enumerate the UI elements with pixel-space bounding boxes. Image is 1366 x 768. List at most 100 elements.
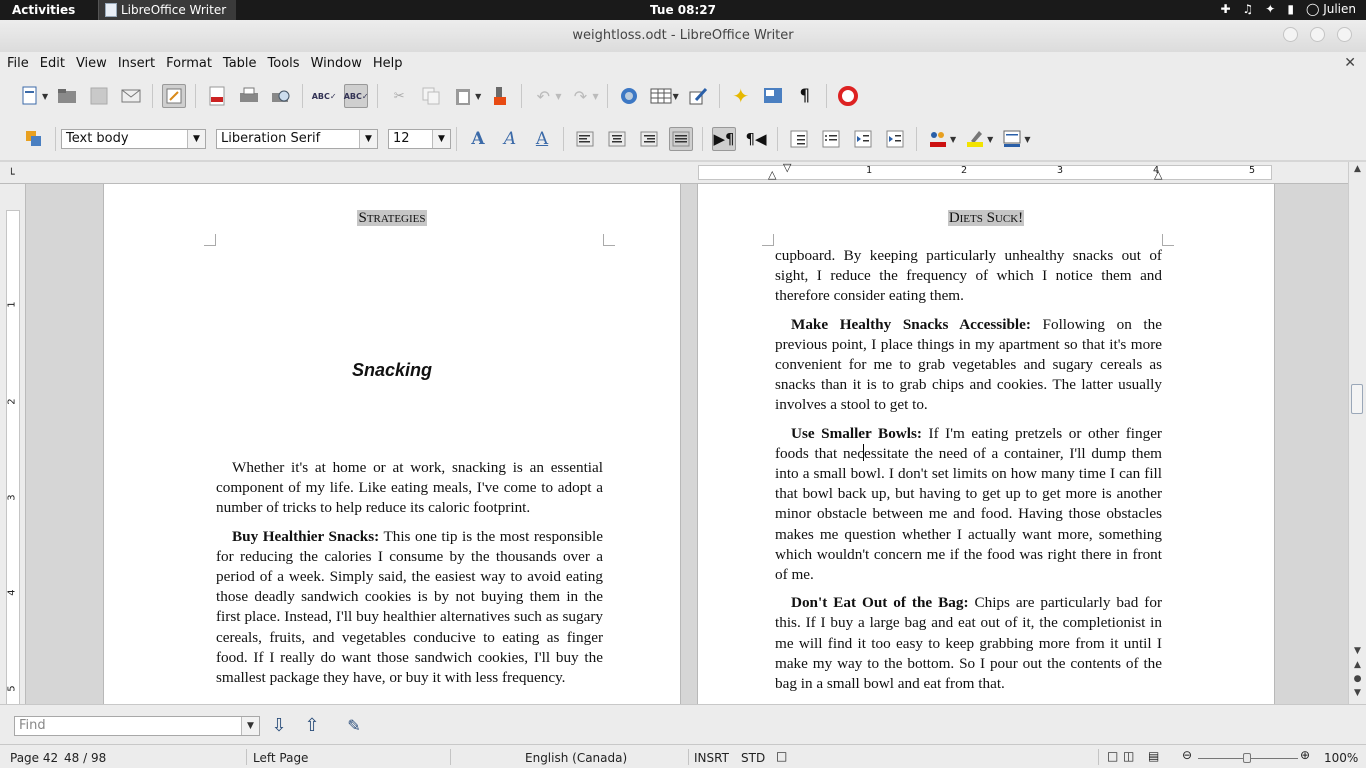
export-pdf-icon[interactable] — [205, 84, 229, 108]
chevron-down-icon[interactable]: ▼ — [432, 130, 450, 148]
language-indicator[interactable]: English (Canada) — [525, 751, 627, 765]
menu-tools[interactable]: Tools — [268, 56, 300, 71]
right-indent-marker-icon[interactable]: △ — [1154, 168, 1162, 181]
ruler-tab-selector[interactable]: └ — [0, 162, 26, 184]
document-modified-icon[interactable]: □ — [776, 749, 787, 763]
menu-format[interactable]: Format — [166, 56, 212, 71]
navigator-icon[interactable]: ✦ — [729, 84, 753, 108]
print-preview-icon[interactable] — [269, 84, 293, 108]
undo-icon[interactable]: ↶ — [531, 84, 555, 108]
chevron-down-icon[interactable]: ▼ — [359, 130, 377, 148]
redo-dropdown-icon[interactable]: ▼ — [592, 92, 598, 101]
body-text[interactable]: cupboard. By keeping particularly unheal… — [775, 246, 1162, 702]
formatting-marks-icon[interactable]: ¶ — [793, 84, 817, 108]
styles-and-formatting-icon[interactable] — [22, 127, 46, 151]
bluetooth-icon[interactable]: ✦ — [1265, 2, 1275, 16]
clock[interactable]: Tue 08:27 — [0, 3, 1366, 17]
highlighting-dropdown-icon[interactable]: ▼ — [987, 135, 993, 144]
selection-mode[interactable]: STD — [741, 751, 765, 765]
first-line-indent-marker-icon[interactable]: ▽ — [783, 161, 791, 174]
redo-icon[interactable]: ↷ — [568, 84, 592, 108]
find-and-replace-icon[interactable]: ✎ — [343, 715, 365, 737]
body-text[interactable]: Whether it's at home or at work, snackin… — [216, 458, 603, 696]
left-page[interactable]: Strategies Snacking Whether it's at home… — [103, 184, 681, 704]
close-window-button[interactable] — [1337, 27, 1352, 42]
minimize-button[interactable] — [1283, 27, 1298, 42]
background-color-icon[interactable] — [1000, 127, 1024, 151]
left-to-right-icon[interactable]: ▶¶ — [712, 127, 736, 151]
next-page-icon[interactable]: ▼ — [1350, 688, 1365, 702]
paste-dropdown-icon[interactable]: ▼ — [475, 92, 481, 101]
book-view-icon[interactable]: ▤ — [1148, 749, 1159, 763]
menu-window[interactable]: Window — [311, 56, 362, 71]
font-color-dropdown-icon[interactable]: ▼ — [950, 135, 956, 144]
horizontal-ruler[interactable]: 1 2 3 4 5 △ ▽ △ — [26, 161, 1348, 184]
menu-view[interactable]: View — [76, 56, 107, 71]
find-next-icon[interactable]: ⇩ — [268, 715, 290, 737]
page-indicator[interactable]: Page 42 — [10, 751, 58, 765]
right-to-left-icon[interactable]: ¶◀ — [744, 127, 768, 151]
menu-help[interactable]: Help — [373, 56, 403, 71]
new-dropdown-icon[interactable]: ▼ — [42, 92, 48, 101]
find-input[interactable]: Find ▼ — [14, 716, 260, 736]
close-document-icon[interactable]: ✕ — [1344, 55, 1356, 71]
page-count[interactable]: 48 / 98 — [64, 751, 106, 765]
align-center-icon[interactable] — [605, 127, 629, 151]
menu-edit[interactable]: Edit — [40, 56, 65, 71]
vertical-scrollbar[interactable]: ▲ ▼ ▲ ● ▼ — [1348, 162, 1366, 704]
italic-icon[interactable]: A — [498, 127, 522, 151]
scrollbar-thumb[interactable] — [1351, 384, 1363, 414]
previous-page-icon[interactable]: ▲ — [1350, 660, 1365, 674]
save-icon[interactable] — [87, 84, 111, 108]
navigation-icon[interactable]: ● — [1350, 674, 1365, 688]
power-icon[interactable]: ▮ — [1287, 2, 1294, 16]
increase-indent-icon[interactable] — [883, 127, 907, 151]
gallery-icon[interactable] — [761, 84, 785, 108]
justify-icon[interactable] — [669, 127, 693, 151]
insert-mode[interactable]: INSRT — [694, 751, 729, 765]
accessibility-icon[interactable]: ✚ — [1220, 2, 1230, 16]
open-icon[interactable] — [55, 84, 79, 108]
highlighting-icon[interactable] — [963, 127, 987, 151]
new-document-icon[interactable] — [18, 84, 42, 108]
paste-icon[interactable] — [451, 84, 475, 108]
print-icon[interactable] — [237, 84, 261, 108]
menu-file[interactable]: File — [7, 56, 29, 71]
align-left-icon[interactable] — [573, 127, 597, 151]
document-canvas[interactable]: Strategies Snacking Whether it's at home… — [26, 184, 1348, 704]
chevron-down-icon[interactable]: ▼ — [241, 717, 259, 735]
menu-insert[interactable]: Insert — [118, 56, 155, 71]
font-color-icon[interactable] — [926, 127, 950, 151]
zoom-level[interactable]: 100% — [1324, 751, 1358, 765]
left-indent-marker-icon[interactable]: △ — [768, 168, 776, 181]
email-icon[interactable] — [119, 84, 143, 108]
paragraph-style-combo[interactable]: Text body ▼ — [61, 129, 206, 149]
zoom-out-icon[interactable]: ⊖ — [1182, 748, 1192, 762]
align-right-icon[interactable] — [637, 127, 661, 151]
vertical-ruler[interactable]: 1 2 3 4 5 — [0, 184, 26, 710]
background-color-dropdown-icon[interactable]: ▼ — [1024, 135, 1030, 144]
chevron-down-icon[interactable]: ▼ — [187, 130, 205, 148]
show-draw-functions-icon[interactable] — [686, 84, 710, 108]
clone-formatting-icon[interactable] — [488, 84, 512, 108]
table-dropdown-icon[interactable]: ▼ — [673, 92, 679, 101]
menu-table[interactable]: Table — [223, 56, 257, 71]
zoom-in-icon[interactable]: ⊕ — [1300, 748, 1310, 762]
spellcheck-icon[interactable]: ABC✓ — [312, 84, 337, 108]
scroll-up-icon[interactable]: ▲ — [1350, 164, 1365, 178]
autospellcheck-icon[interactable]: ABC✓ — [344, 84, 369, 108]
bold-icon[interactable]: A — [466, 127, 490, 151]
hyperlink-icon[interactable] — [617, 84, 641, 108]
user-menu[interactable]: ◯ Julien — [1306, 2, 1356, 16]
multi-page-view-icon[interactable]: ◫ — [1123, 749, 1134, 763]
scroll-down-icon[interactable]: ▼ — [1350, 646, 1365, 660]
right-page[interactable]: Diets Suck! cupboard. By keeping particu… — [697, 184, 1275, 704]
volume-icon[interactable]: ♫ — [1243, 2, 1254, 16]
undo-dropdown-icon[interactable]: ▼ — [555, 92, 561, 101]
edit-mode-icon[interactable] — [162, 84, 187, 108]
decrease-indent-icon[interactable] — [851, 127, 875, 151]
find-previous-icon[interactable]: ⇧ — [301, 715, 323, 737]
numbering-icon[interactable] — [787, 127, 811, 151]
help-icon[interactable] — [836, 84, 860, 108]
single-page-view-icon[interactable]: □ — [1107, 749, 1118, 763]
